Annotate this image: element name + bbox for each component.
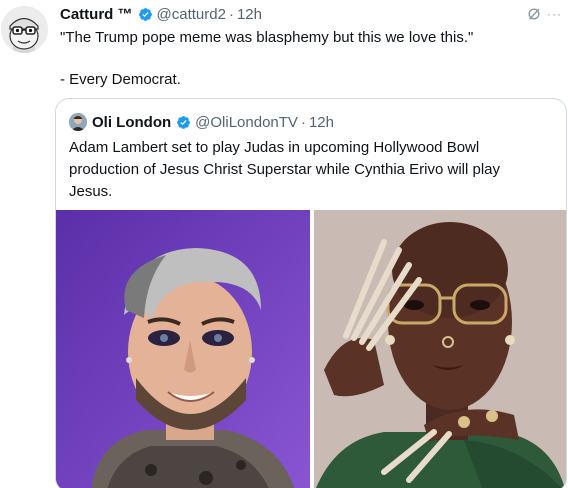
photo-man-purple-background[interactable]	[56, 210, 310, 488]
more-icon[interactable]: ···	[547, 7, 562, 21]
quoted-tweet[interactable]: Oli London @OliLondonTV · 12h Adam Lambe…	[55, 98, 567, 488]
verified-badge-icon	[138, 7, 152, 21]
grok-icon[interactable]	[527, 7, 541, 21]
quoted-text-line: production of Jesus Christ Superstar whi…	[69, 161, 501, 178]
tweet-header: Catturd ™ @catturd2 · 12h	[60, 4, 262, 24]
photo-woman-long-nails[interactable]	[314, 210, 566, 488]
tweet-text-line1: "The Trump pope meme was blasphemy but t…	[60, 29, 474, 46]
cartoon-avatar-icon[interactable]	[1, 6, 48, 53]
quoted-text-line: Jesus.	[69, 183, 113, 200]
separator-dot: ·	[300, 113, 306, 131]
quoted-media	[56, 210, 566, 488]
tweet-text-line2: - Every Democrat.	[60, 71, 181, 88]
quoted-tweet-header: Oli London @OliLondonTV · 12h	[69, 112, 334, 132]
verified-badge-icon	[177, 115, 191, 129]
timestamp[interactable]: 12h	[237, 6, 262, 23]
tweet-actions-top: ···	[527, 7, 562, 21]
tweet[interactable]: Catturd ™ @catturd2 · 12h ··· "The Trump…	[0, 0, 568, 488]
quoted-author-handle[interactable]: @OliLondonTV	[195, 114, 298, 131]
quoted-timestamp[interactable]: 12h	[309, 114, 334, 131]
quoted-author-name[interactable]: Oli London	[92, 114, 171, 131]
quoted-text-line: Adam Lambert set to play Judas in upcomi…	[69, 139, 480, 156]
separator-dot: ·	[228, 5, 234, 23]
author-name[interactable]: Catturd ™	[60, 6, 133, 23]
author-handle[interactable]: @catturd2	[157, 6, 226, 23]
quoted-avatar[interactable]	[69, 113, 87, 131]
quoted-tweet-text: Adam Lambert set to play Judas in upcomi…	[69, 137, 555, 203]
